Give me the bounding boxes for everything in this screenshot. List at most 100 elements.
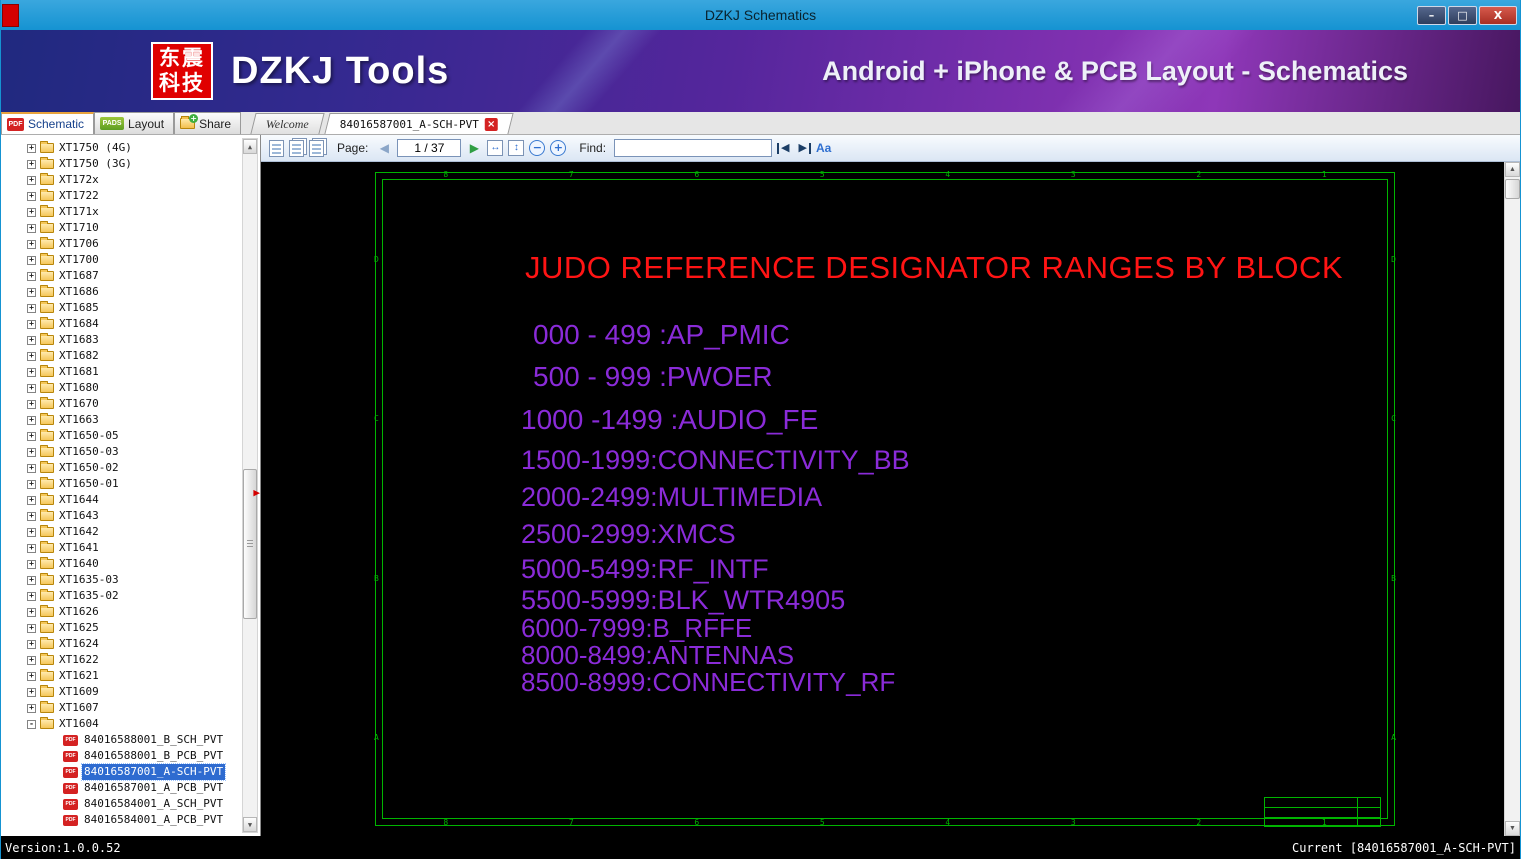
continuous-view-icon[interactable] xyxy=(309,139,324,157)
expander-icon[interactable] xyxy=(27,623,36,633)
schematic-file-item[interactable]: PDF 84016584001_A_PCB_PVT xyxy=(1,812,260,828)
tree-folder-item[interactable]: XT1686 xyxy=(1,284,260,300)
find-previous-icon[interactable] xyxy=(777,142,791,154)
tree-folder-item[interactable]: XT1700 xyxy=(1,252,260,268)
tree-folder-item[interactable]: XT1635-03 xyxy=(1,572,260,588)
scroll-down-icon[interactable] xyxy=(243,817,257,832)
tree-folder-item[interactable]: XT1750 (3G) xyxy=(1,156,260,172)
expander-icon[interactable] xyxy=(27,527,36,537)
scroll-up-icon[interactable] xyxy=(243,139,257,154)
tree-folder-item[interactable]: XT1683 xyxy=(1,332,260,348)
tree-folder-item[interactable]: XT172x xyxy=(1,172,260,188)
tree-folder-item[interactable]: XT1680 xyxy=(1,380,260,396)
expander-icon[interactable] xyxy=(27,303,36,313)
expander-icon[interactable] xyxy=(27,431,36,441)
expander-icon[interactable] xyxy=(27,383,36,393)
tree-folder-item[interactable]: XT1710 xyxy=(1,220,260,236)
expander-icon[interactable] xyxy=(27,175,36,185)
expander-icon[interactable] xyxy=(27,479,36,489)
expander-icon[interactable] xyxy=(27,639,36,649)
tree-folder-item[interactable]: XT1722 xyxy=(1,188,260,204)
tree-folder-item[interactable]: XT1641 xyxy=(1,540,260,556)
text-size-icon[interactable] xyxy=(816,142,831,154)
tree-folder-item[interactable]: XT1663 xyxy=(1,412,260,428)
tree-folder-item[interactable]: XT1650-05 xyxy=(1,428,260,444)
scroll-up-icon[interactable] xyxy=(1505,162,1520,177)
fit-width-icon[interactable] xyxy=(487,140,504,156)
scrollbar-thumb[interactable] xyxy=(1505,179,1520,199)
tree-folder-item[interactable]: XT1650-02 xyxy=(1,460,260,476)
tree-folder-item[interactable]: XT1621 xyxy=(1,668,260,684)
expander-icon[interactable] xyxy=(27,671,36,681)
tree-folder-item[interactable]: XT1635-02 xyxy=(1,588,260,604)
fit-page-icon[interactable] xyxy=(508,140,525,156)
previous-page-button[interactable] xyxy=(376,142,392,154)
schematic-file-item[interactable]: PDF 84016588001_B_SCH_PVT xyxy=(1,732,260,748)
zoom-in-icon[interactable] xyxy=(550,140,567,156)
expander-icon[interactable] xyxy=(27,447,36,457)
tab-share[interactable]: Share xyxy=(174,112,242,134)
expander-icon[interactable] xyxy=(27,367,36,377)
tree-folder-item[interactable]: XT1650-03 xyxy=(1,444,260,460)
expander-icon[interactable] xyxy=(27,271,36,281)
single-page-view-icon[interactable] xyxy=(269,139,284,157)
expander-icon[interactable] xyxy=(27,319,36,329)
tab-document[interactable]: 84016587001_A-SCH-PVT xyxy=(324,113,514,134)
schematic-file-item[interactable]: PDF 84016584001_A_SCH_PVT xyxy=(1,796,260,812)
tree-folder-item[interactable]: XT1625 xyxy=(1,620,260,636)
tree-folder-item[interactable]: XT1650-01 xyxy=(1,476,260,492)
tree-folder-item[interactable]: XT1640 xyxy=(1,556,260,572)
expander-icon[interactable] xyxy=(27,159,36,169)
expander-icon[interactable] xyxy=(27,255,36,265)
expander-icon[interactable] xyxy=(27,543,36,553)
expander-icon[interactable] xyxy=(27,415,36,425)
tree-folder-item[interactable]: XT1604 xyxy=(1,716,260,732)
zoom-out-icon[interactable] xyxy=(529,140,546,156)
minimize-button[interactable]: – xyxy=(1417,5,1446,25)
panel-collapse-icon[interactable] xyxy=(253,487,260,498)
next-page-button[interactable] xyxy=(466,142,482,154)
expander-icon[interactable] xyxy=(27,463,36,473)
tree-folder-item[interactable]: XT1670 xyxy=(1,396,260,412)
expander-icon[interactable] xyxy=(27,351,36,361)
tree-folder-item[interactable]: XT1622 xyxy=(1,652,260,668)
expander-icon[interactable] xyxy=(27,687,36,697)
facing-pages-view-icon[interactable] xyxy=(289,139,304,157)
tab-welcome[interactable]: Welcome xyxy=(250,113,325,134)
expander-icon[interactable] xyxy=(27,191,36,201)
expander-icon[interactable] xyxy=(27,575,36,585)
find-next-icon[interactable] xyxy=(797,142,811,154)
expander-icon[interactable] xyxy=(27,495,36,505)
page-number-input[interactable] xyxy=(397,139,462,157)
tree-folder-item[interactable]: XT1609 xyxy=(1,684,260,700)
tree-folder-item[interactable]: XT1687 xyxy=(1,268,260,284)
tree-folder-item[interactable]: XT1684 xyxy=(1,316,260,332)
tree-folder-item[interactable]: XT1642 xyxy=(1,524,260,540)
tab-schematic[interactable]: PDF Schematic xyxy=(1,112,95,134)
expander-icon[interactable] xyxy=(27,719,36,729)
window-titlebar[interactable]: DZKJ Schematics – □ X xyxy=(1,0,1520,30)
close-button[interactable]: X xyxy=(1479,5,1517,25)
expander-icon[interactable] xyxy=(27,511,36,521)
expander-icon[interactable] xyxy=(27,399,36,409)
viewer-scrollbar[interactable] xyxy=(1504,162,1520,836)
tree-folder-item[interactable]: XT1706 xyxy=(1,236,260,252)
schematic-file-item[interactable]: PDF 84016587001_A_PCB_PVT xyxy=(1,780,260,796)
expander-icon[interactable] xyxy=(27,207,36,217)
expander-icon[interactable] xyxy=(27,591,36,601)
expander-icon[interactable] xyxy=(27,335,36,345)
maximize-button[interactable]: □ xyxy=(1448,5,1477,25)
tree-folder-item[interactable]: XT171x xyxy=(1,204,260,220)
expander-icon[interactable] xyxy=(27,559,36,569)
tree-folder-item[interactable]: XT1607 xyxy=(1,700,260,716)
expander-icon[interactable] xyxy=(27,607,36,617)
schematic-file-item[interactable]: PDF 84016588001_B_PCB_PVT xyxy=(1,748,260,764)
schematic-viewport[interactable]: 8 7 6 5 4 3 2 1 8 7 6 5 4 3 2 1 D C B A D C B A JUDO REFEREN… xyxy=(261,162,1520,836)
tree-folder-item[interactable]: XT1643 xyxy=(1,508,260,524)
expander-icon[interactable] xyxy=(27,655,36,665)
tree-folder-item[interactable]: XT1750 (4G) xyxy=(1,140,260,156)
expander-icon[interactable] xyxy=(27,143,36,153)
expander-icon[interactable] xyxy=(27,239,36,249)
tree-folder-item[interactable]: XT1681 xyxy=(1,364,260,380)
tree-folder-item[interactable]: XT1624 xyxy=(1,636,260,652)
